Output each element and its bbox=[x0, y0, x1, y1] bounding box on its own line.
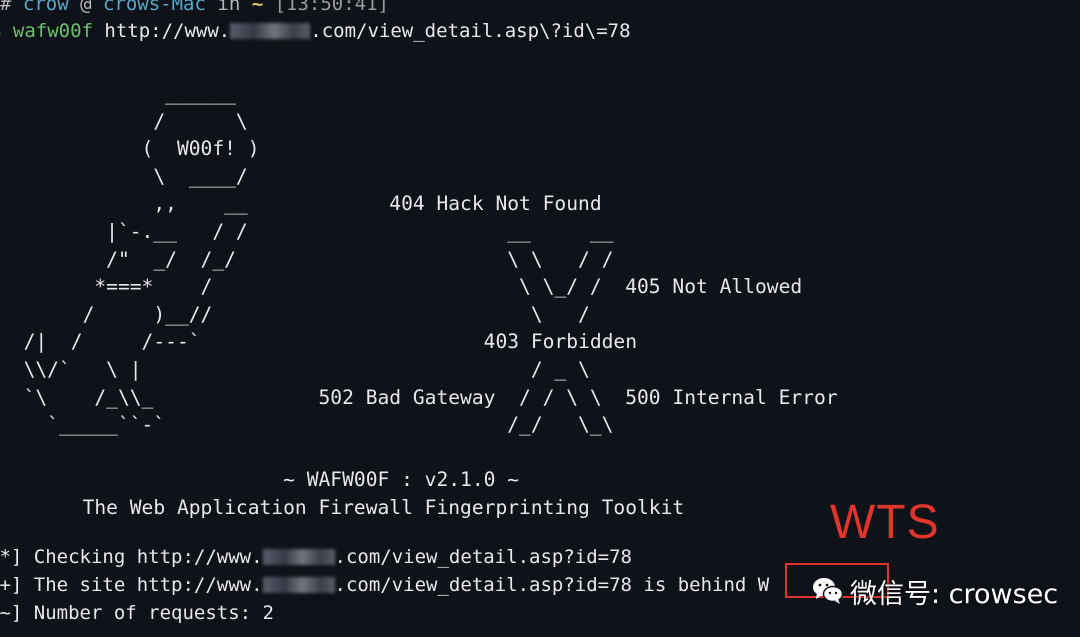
prompt-time: [13:50:41] bbox=[263, 0, 389, 15]
command-url-start: http://www. bbox=[92, 20, 231, 42]
output-line-checking: [*] Checking http://www. .com/view_detail… bbox=[0, 545, 632, 569]
command-prompt-symbol: $ bbox=[0, 20, 13, 42]
command-name: wafw00f bbox=[12, 20, 93, 42]
output-line-behind: [+] The site http://www. .com/view_detail… bbox=[0, 573, 769, 597]
output-behind-prefix: [+] The site http://www. bbox=[0, 574, 263, 596]
wechat-id-text: 微信号: crowsec bbox=[850, 578, 1059, 610]
wafw00f-banner: ______ / \ ( W00f! ) \ ____/ ,, __ 404 H… bbox=[23, 82, 838, 519]
wechat-icon bbox=[813, 578, 844, 604]
prompt-in: in bbox=[205, 0, 252, 15]
prompt-at: @ bbox=[68, 0, 103, 15]
command-line: $ wafw00f http://www. .com/view_detail.as… bbox=[0, 19, 631, 43]
wts-watermark: WTS bbox=[830, 496, 940, 549]
wechat-watermark: 微信号: crowsec bbox=[812, 571, 1058, 611]
redacted-domain bbox=[262, 549, 335, 565]
output-checking-prefix: [*] Checking http://www. bbox=[0, 546, 263, 568]
output-behind-suffix: .com/view_detail.asp?id=78 is behind W bbox=[334, 574, 770, 596]
output-line-requests: [~] Number of requests: 2 bbox=[0, 601, 274, 625]
terminal-window[interactable]: # crow @ crows-Mac in ~ [13:50:41] $ waf… bbox=[0, 0, 1080, 637]
redacted-domain bbox=[230, 23, 311, 39]
prompt-hash: # bbox=[0, 0, 23, 15]
prompt-dir: ~ bbox=[251, 0, 264, 15]
redacted-domain bbox=[262, 577, 335, 593]
prompt-line: # crow @ crows-Mac in ~ [13:50:41] bbox=[0, 0, 389, 16]
prompt-user: crow bbox=[22, 0, 69, 15]
prompt-host: crows-Mac bbox=[102, 0, 206, 15]
output-requests-text: [~] Number of requests: 2 bbox=[0, 602, 274, 624]
command-url-end: .com/view_detail.asp\?id\=78 bbox=[310, 20, 631, 42]
output-checking-suffix: .com/view_detail.asp?id=78 bbox=[334, 546, 632, 568]
